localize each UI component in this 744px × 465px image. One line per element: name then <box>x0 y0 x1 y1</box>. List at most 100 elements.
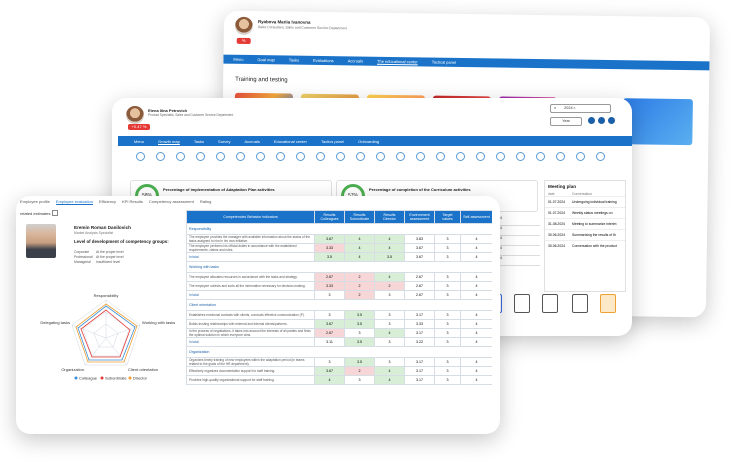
settings-icon[interactable] <box>588 117 595 124</box>
tab-employee-profile[interactable]: Employee profile <box>20 199 50 205</box>
tab-bar: Employee profile Employee evaluation Eff… <box>20 199 217 205</box>
nav-tasks[interactable]: Tasks <box>194 139 204 144</box>
meeting-text: Undergoing individual training <box>572 200 617 204</box>
table-row[interactable]: The employee provides the manager with a… <box>186 234 492 244</box>
timeline-dot[interactable] <box>136 152 145 161</box>
timeline-dot[interactable] <box>276 152 285 161</box>
timeline-dot[interactable] <box>316 152 325 161</box>
indicator-text: The employee allocates resources in acco… <box>186 272 315 282</box>
score-cell: 3.5 <box>344 319 375 329</box>
main-nav: Menu Growth map Tasks Survey Accruals Ed… <box>118 136 632 146</box>
timeline-dot[interactable] <box>256 152 265 161</box>
nav-goal-map[interactable]: Goal map <box>257 57 274 62</box>
nav-accruals[interactable]: Accruals <box>245 139 260 144</box>
timeline-dot[interactable] <box>376 152 385 161</box>
timeline-dot[interactable] <box>416 152 425 161</box>
nav-tactics-panel[interactable]: Tactics panel <box>321 139 344 144</box>
timeline-dot[interactable] <box>516 152 525 161</box>
status-badge: % <box>236 37 251 44</box>
timeline-dot[interactable] <box>196 152 205 161</box>
document-icon[interactable] <box>542 294 558 313</box>
search-value: 2024 г. <box>564 106 576 110</box>
table-row[interactable]: Builds trusting relationships with exter… <box>186 319 492 329</box>
tab-competency-assessment[interactable]: Competency assessment <box>149 199 194 205</box>
score-cell: 3 <box>434 281 461 291</box>
document-icon[interactable] <box>514 294 530 313</box>
timeline-dot[interactable] <box>576 152 585 161</box>
course-tile[interactable] <box>622 98 693 146</box>
timeline-dot[interactable] <box>476 152 485 161</box>
total-row[interactable]: In total 3.5 4 3.5 3.67 3 4 <box>186 252 492 262</box>
tab-rating[interactable]: Rating <box>200 199 212 205</box>
score-cell: 3.5 <box>374 252 405 262</box>
checkbox[interactable] <box>52 210 59 216</box>
table-row[interactable]: The employee allocates resources in acco… <box>186 272 492 282</box>
avatar <box>126 106 144 124</box>
timeline-dot[interactable] <box>536 152 545 161</box>
score-cell: 4 <box>460 366 492 376</box>
nav-growth-map[interactable]: Growth map <box>158 139 180 144</box>
nav-educational-center[interactable]: The educational center <box>377 59 418 65</box>
meeting-row[interactable]: 30.06.2024 Conversation with the product <box>545 240 625 251</box>
nav-tactical-panel[interactable]: Tactical panel <box>432 60 456 65</box>
document-icon[interactable] <box>600 294 616 313</box>
help-icon[interactable] <box>608 117 615 124</box>
tab-efficiency[interactable]: Efficiency <box>99 199 116 205</box>
timeline-dot[interactable] <box>156 152 165 161</box>
nav-menu[interactable]: Menu <box>233 57 243 62</box>
total-row[interactable]: In total 3.11 3.5 3 3.22 3 4 <box>186 337 492 347</box>
employee-photo <box>26 224 56 258</box>
timeline-dot[interactable] <box>356 152 365 161</box>
table-row[interactable]: Effectively organizes documentation supp… <box>186 366 492 376</box>
document-icon[interactable] <box>572 294 588 313</box>
score-cell: 3 <box>434 272 461 282</box>
meeting-row[interactable]: 31.08.2024 Meeting to summarize interim <box>545 218 625 229</box>
timeline-dot[interactable] <box>496 152 505 161</box>
timeline-dot[interactable] <box>336 152 345 161</box>
timeline-dot[interactable] <box>556 152 565 161</box>
related-estimates-toggle[interactable]: related estimates <box>20 210 59 216</box>
meeting-row[interactable]: 01.07.2024 Undergoing individual training <box>545 196 625 207</box>
timeline-dot[interactable] <box>396 152 405 161</box>
timeline-dot[interactable] <box>176 152 185 161</box>
legend-marker-subordinate <box>100 376 104 380</box>
search-input[interactable]: ⌕ 2024 г. <box>550 104 611 113</box>
tab-employee-evaluation[interactable]: Employee evaluation <box>55 199 93 205</box>
score-cell: 3 <box>374 319 405 329</box>
table-row[interactable]: Establishes emotional contacts with clie… <box>186 310 492 320</box>
timeline-dot[interactable] <box>596 152 605 161</box>
tab-kpi-results[interactable]: KPI Results <box>122 199 143 205</box>
timeline-dot[interactable] <box>436 152 445 161</box>
section-title: Working with tasks <box>186 261 492 273</box>
table-row[interactable]: Provides high-quality organizational sup… <box>186 375 492 385</box>
score-cell: 4 <box>460 328 492 338</box>
nav-onboarding[interactable]: Onboarding <box>358 139 379 144</box>
section-row: Client orientation <box>186 299 492 311</box>
table-row[interactable]: Organizes timely training of new employe… <box>186 357 492 367</box>
meeting-row[interactable]: 01.07.2024 Weekly status meetings on <box>545 207 625 218</box>
timeline-dot[interactable] <box>236 152 245 161</box>
score-cell: 4 <box>374 375 405 385</box>
nav-educational-center[interactable]: Educational center <box>274 139 307 144</box>
year-button[interactable]: Year <box>550 117 582 126</box>
score-cell: 4 <box>344 243 375 253</box>
timeline-dot[interactable] <box>296 152 305 161</box>
score-cell: 3.67 <box>404 243 435 253</box>
nav-evaluations[interactable]: Evaluations <box>313 58 334 63</box>
nav-accruals[interactable]: Accruals <box>348 58 363 63</box>
table-row[interactable]: The employee performs his official dutie… <box>186 243 492 253</box>
total-row[interactable]: In total 3 2 3 2.67 3 4 <box>186 290 492 300</box>
card-title: Percentage of implementation of Adaptati… <box>163 187 275 192</box>
indicator-text: The employee provides the manager with a… <box>186 234 315 244</box>
timeline-dot[interactable] <box>216 152 225 161</box>
nav-survey[interactable]: Survey <box>218 139 230 144</box>
table-row[interactable]: The employee collects and sorts all the … <box>186 281 492 291</box>
calendar-icon[interactable] <box>598 117 605 124</box>
score-cell: 4 <box>460 234 492 244</box>
level-value: At the proper level <box>96 250 124 254</box>
nav-tasks[interactable]: Tasks <box>289 58 299 63</box>
meeting-row[interactable]: 30.06.2024 Summarizing the results of th <box>545 229 625 240</box>
nav-menu[interactable]: Menu <box>134 139 144 144</box>
table-row[interactable]: In the process of negotiations, it takes… <box>186 328 492 338</box>
timeline-dot[interactable] <box>456 152 465 161</box>
